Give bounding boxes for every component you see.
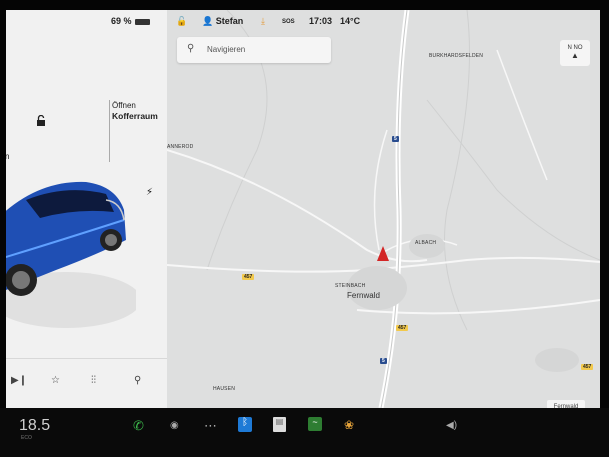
sos-icon[interactable]: SOS	[282, 19, 295, 25]
camera-icon[interactable]: ◉	[170, 420, 179, 431]
media-search-icon[interactable]: ⚲	[134, 375, 141, 386]
calendar-icon[interactable]: ▤	[273, 417, 286, 432]
person-icon: 👤	[202, 16, 214, 26]
phone-icon[interactable]: ✆	[133, 418, 144, 434]
clock: 17:03	[309, 16, 333, 26]
navigate-search-bar[interactable]: ⚲ Navigieren	[177, 37, 331, 63]
vehicle-panel: Öffnen Kofferraum n ⚡ ▶❙ ☆ ⫶⫶ ⚲	[6, 10, 168, 408]
trunk-label-line2: Kofferraum	[112, 111, 158, 121]
map-label-burkhardsfelden: BURKHARDSFELDEN	[429, 53, 484, 59]
bluetooth-icon[interactable]: ᛒ	[238, 417, 252, 432]
charge-port-icon[interactable]: ⚡	[146, 187, 153, 198]
equalizer-icon[interactable]: ⫶⫶	[91, 375, 96, 386]
touchscreen: Öffnen Kofferraum n ⚡ ▶❙ ☆ ⫶⫶ ⚲ BURKHARD…	[6, 10, 600, 408]
driver-name: Stefan	[215, 16, 244, 26]
map-label-fernwald: Fernwald	[347, 291, 380, 300]
favorite-star-icon[interactable]: ☆	[51, 375, 60, 386]
open-trunk-button[interactable]: Öffnen Kofferraum	[112, 100, 158, 122]
car-image	[6, 181, 136, 328]
road-shield-b457-right: 457	[396, 325, 409, 331]
road-shield-b457-edge: 457	[581, 364, 594, 370]
download-icon[interactable]: ⤓	[261, 16, 265, 27]
driver-profile[interactable]: 👤 Stefan	[202, 16, 243, 27]
cabin-temperature[interactable]: 18.5	[19, 417, 50, 435]
toybox-icon[interactable]: ❀	[344, 418, 354, 432]
media-divider	[6, 358, 167, 359]
map-label-albach: ALBACH	[415, 240, 437, 246]
compass-button[interactable]: N NO ▲	[560, 40, 590, 66]
next-track-icon[interactable]: ▶❙	[11, 375, 27, 386]
compass-arrow-icon: ▲	[571, 51, 579, 60]
more-apps-icon[interactable]: ⋯	[204, 418, 217, 434]
volume-icon[interactable]: ◀)	[446, 420, 457, 431]
road-shield-a5-bottom: 5	[380, 358, 387, 364]
navigation-map[interactable]: BURKHARDSFELDEN ANNEROD ALBACH STEINBACH…	[167, 10, 600, 408]
search-placeholder: Navigieren	[207, 45, 246, 54]
search-icon: ⚲	[187, 43, 195, 54]
climate-mode-label: ECO	[21, 435, 32, 441]
outside-temperature: 14°C	[340, 16, 361, 26]
bottom-dock: 18.5 ECO ✆ ◉ ⋯ ᛒ ▤ ~ ❀ ◀)	[0, 408, 609, 457]
map-label-hausen: HAUSEN	[213, 386, 236, 392]
energy-app-icon[interactable]: ~	[308, 417, 322, 431]
road-shield-a5-top: 5	[392, 136, 399, 142]
battery-icon	[134, 18, 150, 25]
current-position-arrow	[377, 246, 389, 261]
trunk-label-line1: Öffnen	[112, 101, 136, 110]
destination-place-button[interactable]: Fernwald	[547, 400, 585, 408]
map-label-annerod: ANNEROD	[167, 144, 194, 150]
trunk-leader-line	[109, 100, 110, 162]
lock-icon[interactable]	[36, 114, 46, 132]
battery-percent: 69 %	[111, 16, 132, 26]
battery-indicator[interactable]: 69 %	[111, 16, 150, 26]
map-label-steinbach: STEINBACH	[335, 283, 366, 289]
lock-status-icon[interactable]: 🔓	[176, 16, 187, 27]
road-shield-b457-left: 457	[242, 274, 255, 280]
map-roads	[167, 10, 600, 408]
